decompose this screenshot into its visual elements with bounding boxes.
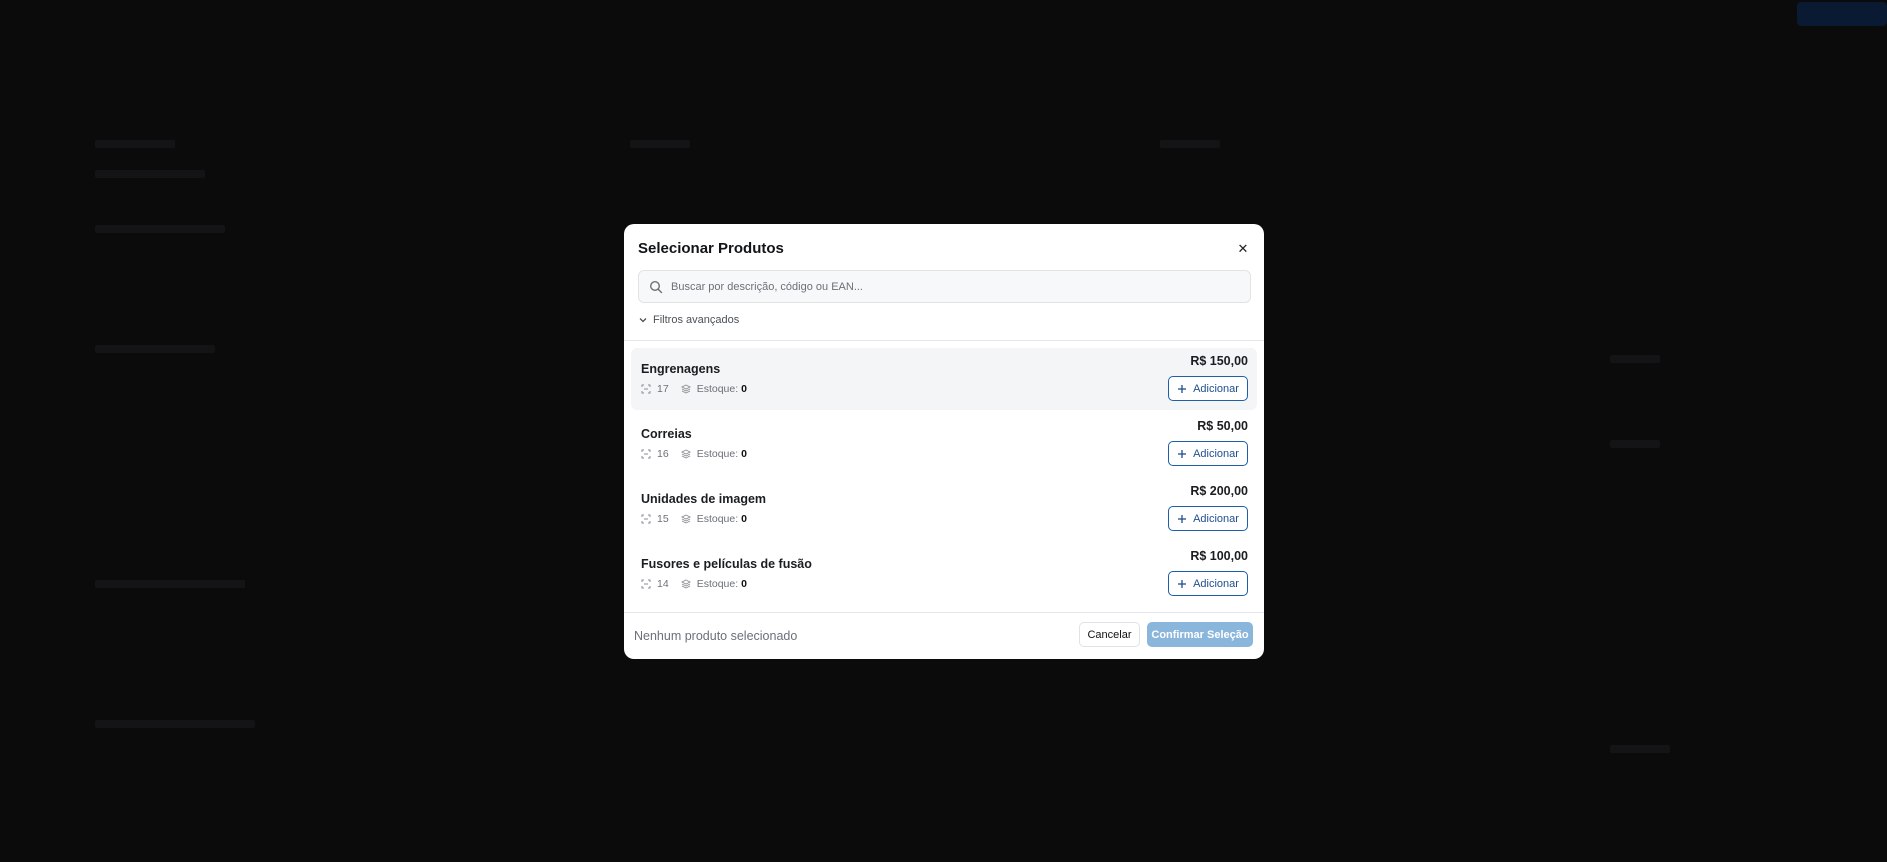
stock-icon bbox=[680, 449, 691, 459]
product-meta: 17 Estoque: 0 bbox=[641, 383, 747, 395]
dialog-title: Selecionar Produtos bbox=[638, 240, 784, 257]
stock-icon bbox=[680, 579, 691, 589]
add-product-button[interactable]: Adicionar bbox=[1168, 571, 1248, 596]
background-text-line bbox=[1160, 140, 1220, 148]
stock-label: Estoque: bbox=[696, 448, 739, 460]
add-button-label: Adicionar bbox=[1193, 577, 1239, 590]
product-name: Engrenagens bbox=[641, 362, 721, 376]
divider bbox=[624, 612, 1264, 613]
plus-icon bbox=[1177, 449, 1187, 459]
product-price: R$ 100,00 bbox=[1190, 549, 1248, 563]
add-button-label: Adicionar bbox=[1193, 512, 1239, 525]
stock-label: Estoque: bbox=[696, 383, 739, 395]
background-header-button bbox=[1797, 2, 1887, 26]
close-icon: ✕ bbox=[1237, 241, 1249, 256]
add-button-label: Adicionar bbox=[1193, 447, 1239, 460]
advanced-filters-toggle[interactable]: Filtros avançados bbox=[638, 314, 739, 326]
stock-label: Estoque: bbox=[696, 513, 739, 525]
product-row: Engrenagens 17 Estoque: 0 R$ 150,00 Adic… bbox=[631, 348, 1257, 410]
product-code: 17 bbox=[657, 383, 669, 395]
background-text-line bbox=[95, 140, 175, 148]
barcode-icon bbox=[641, 449, 651, 459]
search-input[interactable] bbox=[671, 280, 1231, 293]
cancel-button[interactable]: Cancelar bbox=[1079, 622, 1140, 647]
divider bbox=[624, 340, 1264, 341]
background-text-line bbox=[1610, 355, 1660, 363]
background-text-line bbox=[95, 225, 225, 233]
stock-icon bbox=[680, 384, 691, 394]
plus-icon bbox=[1177, 514, 1187, 524]
search-icon bbox=[649, 280, 663, 294]
stock-value: 0 bbox=[741, 578, 747, 590]
product-row: Fusores e películas de fusão 14 Estoque:… bbox=[631, 543, 1257, 605]
background-text-line bbox=[95, 345, 215, 353]
chevron-down-icon bbox=[638, 315, 648, 325]
confirm-selection-button[interactable]: Confirmar Seleção bbox=[1147, 622, 1253, 647]
close-button[interactable]: ✕ bbox=[1234, 240, 1252, 258]
product-row: Unidades de imagem 15 Estoque: 0 R$ 200,… bbox=[631, 478, 1257, 540]
background-text-line bbox=[1610, 745, 1670, 753]
product-meta: 15 Estoque: 0 bbox=[641, 513, 747, 525]
product-code: 14 bbox=[657, 578, 669, 590]
product-list: Engrenagens 17 Estoque: 0 R$ 150,00 Adic… bbox=[631, 348, 1257, 608]
barcode-icon bbox=[641, 384, 651, 394]
product-row: Correias 16 Estoque: 0 R$ 50,00 Adiciona… bbox=[631, 413, 1257, 475]
add-product-button[interactable]: Adicionar bbox=[1168, 506, 1248, 531]
select-products-dialog: Selecionar Produtos ✕ Filtros avançados … bbox=[624, 224, 1264, 659]
background-text-line bbox=[630, 140, 690, 148]
product-name: Fusores e películas de fusão bbox=[641, 557, 812, 571]
selection-status: Nenhum produto selecionado bbox=[634, 629, 798, 643]
stock-value: 0 bbox=[741, 513, 747, 525]
product-price: R$ 50,00 bbox=[1197, 419, 1248, 433]
stock-value: 0 bbox=[741, 383, 747, 395]
background-text-line bbox=[95, 720, 255, 728]
product-meta: 16 Estoque: 0 bbox=[641, 448, 747, 460]
background-text-line bbox=[1610, 440, 1660, 448]
add-product-button[interactable]: Adicionar bbox=[1168, 376, 1248, 401]
advanced-filters-label: Filtros avançados bbox=[653, 314, 740, 326]
product-meta: 14 Estoque: 0 bbox=[641, 578, 747, 590]
barcode-icon bbox=[641, 514, 651, 524]
stock-value: 0 bbox=[741, 448, 747, 460]
stock-label: Estoque: bbox=[696, 578, 739, 590]
add-product-button[interactable]: Adicionar bbox=[1168, 441, 1248, 466]
product-code: 15 bbox=[657, 513, 669, 525]
stock-icon bbox=[680, 514, 691, 524]
plus-icon bbox=[1177, 384, 1187, 394]
product-code: 16 bbox=[657, 448, 669, 460]
product-price: R$ 150,00 bbox=[1190, 354, 1248, 368]
plus-icon bbox=[1177, 579, 1187, 589]
product-name: Unidades de imagem bbox=[641, 492, 767, 506]
background-text-line bbox=[95, 580, 245, 588]
search-box bbox=[638, 270, 1251, 303]
barcode-icon bbox=[641, 579, 651, 589]
add-button-label: Adicionar bbox=[1193, 382, 1239, 395]
product-name: Correias bbox=[641, 427, 692, 441]
product-price: R$ 200,00 bbox=[1190, 484, 1248, 498]
background-text-line bbox=[95, 170, 205, 178]
